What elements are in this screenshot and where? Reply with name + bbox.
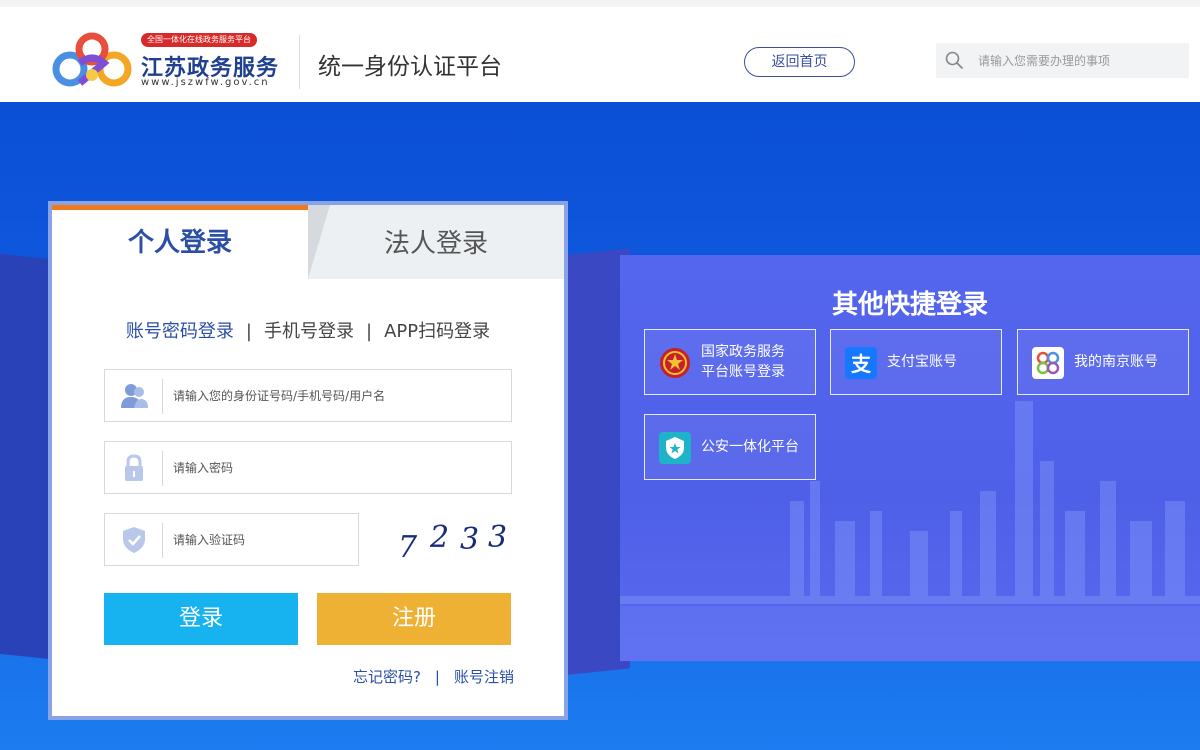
captcha-input[interactable] <box>173 514 353 565</box>
lock-icon <box>125 454 143 481</box>
my-nanjing-login-button[interactable]: 我的南京账号 <box>1017 329 1189 395</box>
captcha-digit: 7 <box>398 530 418 565</box>
field-divider <box>162 523 163 558</box>
quick-login-title: 其他快捷登录 <box>831 290 988 320</box>
method-separator: | <box>365 321 373 342</box>
svg-text:支: 支 <box>851 352 872 376</box>
field-divider <box>162 379 163 414</box>
user-icon <box>121 384 148 408</box>
search-icon[interactable] <box>944 50 964 70</box>
method-separator: | <box>245 321 252 342</box>
jiangsu-logo-icon[interactable] <box>52 29 132 91</box>
quick-login-label: 公安一体化平台 <box>701 439 799 455</box>
tab-corporate-login[interactable]: 法人登录 <box>308 205 564 279</box>
quick-login-label: 我的南京账号 <box>1074 354 1158 370</box>
quick-login-label-line2: 平台账号登录 <box>701 364 785 380</box>
forgot-password-link[interactable]: 忘记密码? <box>353 668 421 686</box>
login-button[interactable]: 登录 <box>104 593 298 645</box>
logo-badge: 全国一体化在线政务服务平台 <box>141 33 257 47</box>
search-input[interactable] <box>978 43 1183 78</box>
city-skyline-image <box>620 401 1200 661</box>
home-button[interactable]: 返回首页 <box>744 47 855 77</box>
police-badge-icon <box>659 432 691 464</box>
bottom-links: 忘记密码? | 账号注销 <box>353 666 514 687</box>
username-field[interactable] <box>104 369 512 422</box>
captcha-digit: 3 <box>488 520 507 555</box>
method-account-password[interactable]: 账号密码登录 <box>126 321 234 342</box>
platform-title: 统一身份认证平台 <box>318 54 502 80</box>
password-input[interactable] <box>173 442 503 493</box>
alipay-icon: 支 <box>845 347 877 379</box>
my-nanjing-icon <box>1032 347 1064 379</box>
tab-personal-login[interactable]: 个人登录 <box>52 205 308 283</box>
login-method-tabs: 账号密码登录 | 手机号登录 | APP扫码登录 <box>52 317 564 343</box>
tab-fold-decoration <box>308 205 330 279</box>
password-field[interactable] <box>104 441 512 494</box>
method-app-scan[interactable]: APP扫码登录 <box>384 321 490 342</box>
alipay-login-button[interactable]: 支 支付宝账号 <box>830 329 1002 395</box>
quick-login-label: 支付宝账号 <box>887 354 957 370</box>
police-platform-login-button[interactable]: 公安一体化平台 <box>644 414 816 480</box>
national-gov-login-button[interactable]: 国家政务服务 平台账号登录 <box>644 329 816 395</box>
method-phone[interactable]: 手机号登录 <box>264 321 354 342</box>
login-card: 个人登录 法人登录 账号密码登录 | 手机号登录 | APP扫码登录 7 <box>48 201 568 720</box>
field-divider <box>162 451 163 486</box>
link-separator: | <box>434 668 440 686</box>
search-box[interactable] <box>936 43 1189 78</box>
header-divider <box>299 35 300 89</box>
username-input[interactable] <box>173 370 503 421</box>
register-button[interactable]: 注册 <box>317 593 511 645</box>
captcha-digit: 2 <box>429 520 449 555</box>
logo-url: www.jszwfw.gov.cn <box>141 77 270 88</box>
account-cancel-link[interactable]: 账号注销 <box>454 668 514 686</box>
quick-login-label: 国家政务服务 平台账号登录 <box>701 330 813 394</box>
header: 全国一体化在线政务服务平台 江苏政务服务 www.jszwfw.gov.cn 统… <box>0 0 1200 102</box>
shield-icon <box>123 527 145 553</box>
quick-login-label-line1: 国家政务服务 <box>701 344 785 360</box>
national-emblem-icon <box>660 348 690 378</box>
captcha-digit: 3 <box>460 522 479 557</box>
captcha-field[interactable] <box>104 513 359 566</box>
captcha-image[interactable]: 7 2 3 3 <box>394 515 514 565</box>
